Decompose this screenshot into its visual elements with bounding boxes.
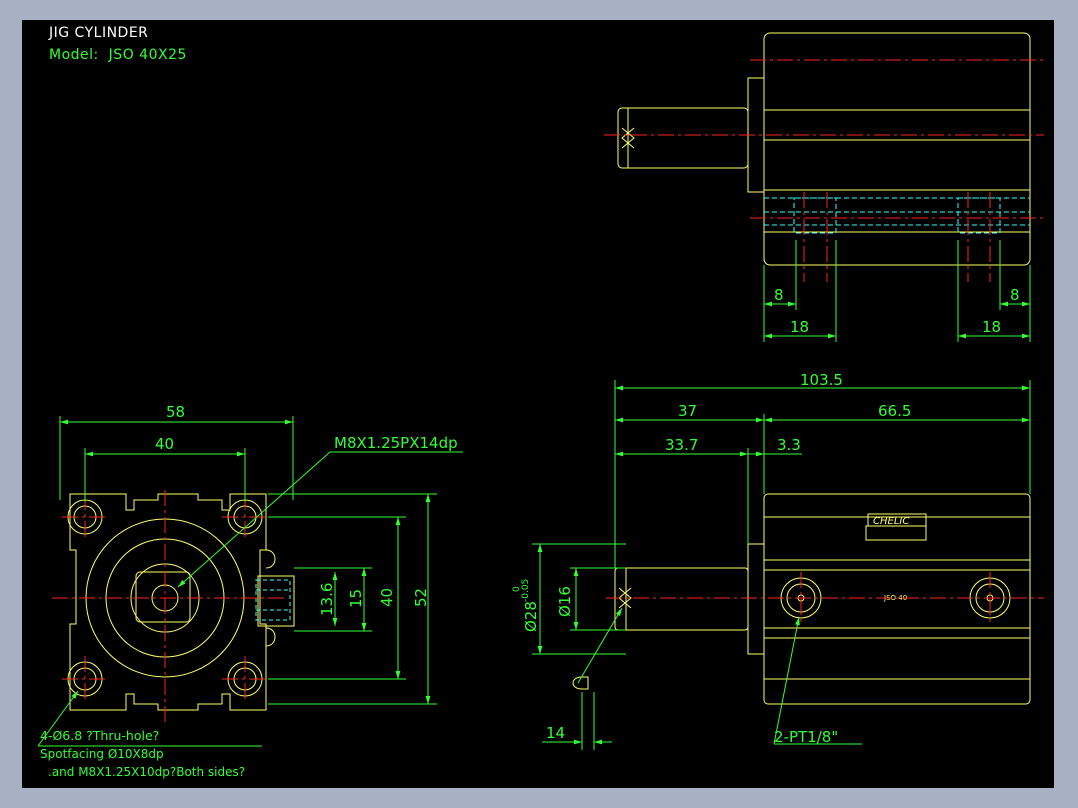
front-dimensions [37,416,463,747]
dim-rod-dia: Ø16 [556,586,574,617]
front-hidden-port [255,579,291,621]
dim-top-left-offset: 8 [774,286,784,304]
brand-label: CHELIC [873,516,909,527]
side-brand-plate: CHELIC JSO 40 [865,513,927,602]
dim-flange: 3.3 [777,436,801,454]
dim-rod-section: 37 [678,402,697,420]
dim-front-width-holes: 40 [155,435,174,453]
dim-front-height-holes: 40 [378,588,396,607]
side-rod [614,567,749,631]
dim-top-right-offset: 8 [1010,286,1020,304]
dim-tol-lower: -0.05 [521,579,531,602]
dim-top-right-span: 18 [982,318,1001,336]
top-view: 8 18 8 18 [604,32,1044,342]
note-line-1: 4-Ø6.8 ?Thru-hole? [40,728,159,743]
dim-front-width-outer: 58 [166,403,185,421]
drawing-canvas: JIG CYLINDER Model: JSO 40X25 8 18 8 18 … [22,20,1054,788]
port-callout: 2-PT1/8" [774,728,838,746]
dim-front-port-15: 15 [347,589,365,608]
front-view: 58 40 52 40 15 13.6 M8X1.25PX14dp 4-Ø6.8… [37,403,463,779]
dim-bore-dia: Ø28 [522,601,540,632]
note-line-2: Spotfacing Ø10X8dp [40,747,164,761]
top-rod [617,107,749,169]
front-rod-square [135,571,191,623]
dim-front-port-13-6: 13.6 [318,583,336,616]
dim-front-height-outer: 52 [412,588,430,607]
note-line-3: .and M8X1.25X10dp?Both sides? [48,765,245,779]
thread-callout: M8X1.25PX14dp [334,434,458,452]
cad-drawing: 8 18 8 18 58 40 52 40 15 13.6 M8X1.25PX1… [37,32,1044,779]
dim-rod-end: 14 [546,724,565,742]
dim-rod-extension: 33.7 [665,436,698,454]
side-centerlines [606,572,1044,624]
dim-total-length: 103.5 [800,371,843,389]
side-flange [747,543,765,655]
front-port-boss [257,575,295,627]
top-centerlines [604,59,1044,282]
side-view: CHELIC JSO 40 103.5 37 66.5 33.7 3.3 Ø28… [512,371,1044,750]
dim-top-left-span: 18 [790,318,809,336]
dim-body-length: 66.5 [878,402,911,420]
